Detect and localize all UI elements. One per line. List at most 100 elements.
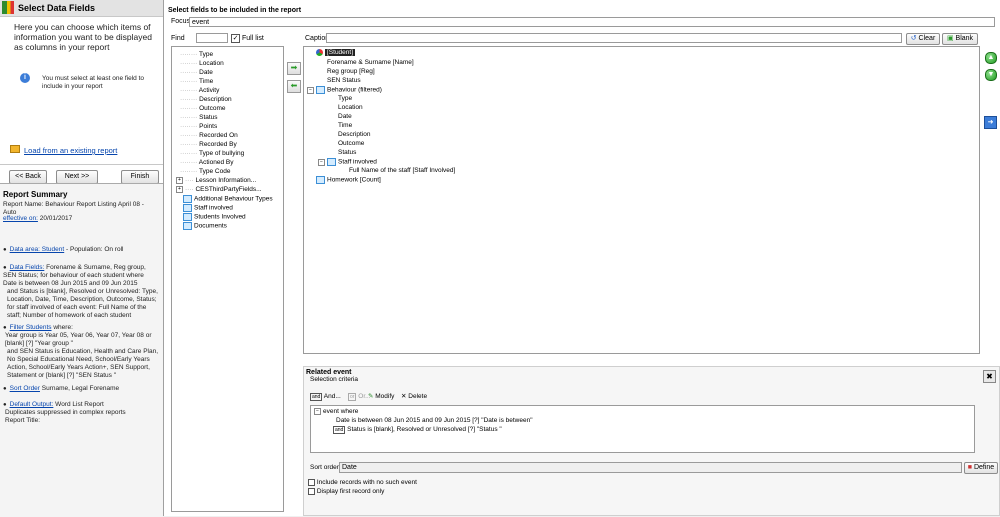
tree-connector: ···· — [185, 177, 196, 185]
collapse-icon[interactable]: − — [318, 158, 325, 166]
field-list-item[interactable]: Staff involved — [183, 204, 233, 212]
criteria-item[interactable]: Date is between 08 Jun 2015 and 09 Jun 2… — [336, 417, 533, 424]
blank-label: Blank — [955, 35, 974, 42]
tree-connector: ········ — [180, 60, 200, 67]
field-list-item[interactable]: + ···· Lesson Information... — [176, 177, 256, 184]
field-list-item[interactable]: Additional Behaviour Types — [183, 195, 273, 203]
tree-connector: ········ — [180, 132, 200, 139]
blank-button[interactable]: ▣ Blank — [942, 33, 978, 45]
include-option[interactable]: Include records with no such event — [308, 479, 417, 486]
sort-order-link[interactable]: Sort Order — [10, 385, 40, 392]
criteria-tree[interactable]: − event where Date is between 08 Jun 2015… — [310, 405, 975, 453]
collapse-icon[interactable]: − — [307, 86, 314, 94]
behaviour-label: Behaviour (filtered) — [327, 86, 382, 94]
field-list-item[interactable]: Students Involved — [183, 213, 246, 221]
field-list-item[interactable]: ········ Actioned By — [180, 159, 233, 166]
blank-icon: ▣ — [946, 35, 954, 42]
first-record-checkbox[interactable] — [308, 488, 315, 495]
student-icon — [316, 49, 323, 56]
tree-connector: ···· — [185, 186, 196, 194]
load-existing-report-link[interactable]: Load from an existing report — [24, 146, 117, 155]
collapse-icon[interactable]: − — [314, 408, 321, 415]
focus-field[interactable]: event — [189, 17, 995, 27]
field-list-item[interactable]: Documents — [183, 222, 227, 230]
delete-button[interactable]: ✕ Delete — [401, 392, 427, 400]
field-list-item[interactable]: ········ Description — [180, 96, 232, 103]
tree-staff-node[interactable]: − Staff involved — [318, 158, 377, 166]
left-panel: Select Data Fields Here you can choose w… — [0, 0, 164, 517]
sort-order-field[interactable]: Date — [339, 462, 962, 473]
field-list-item[interactable]: ········ Activity — [180, 87, 219, 94]
finish-button[interactable]: Finish — [121, 170, 159, 184]
expand-icon[interactable]: + — [176, 186, 183, 193]
field-list-item[interactable]: ········ Type of bullying — [180, 150, 244, 157]
field-list-item[interactable]: ········ Status — [180, 114, 218, 121]
data-fields-link[interactable]: Data Fields: — [10, 264, 45, 271]
criteria-item-2[interactable]: and Status is [blank], Resolved or Unres… — [333, 426, 502, 434]
modify-button[interactable]: ✎ Modify — [368, 392, 394, 400]
criteria-root[interactable]: − event where — [314, 408, 358, 415]
effective-on-link[interactable]: effective on: — [3, 215, 38, 222]
field-list-label: Description — [199, 96, 232, 103]
tree-connector: ········ — [180, 105, 200, 112]
criteria-item-label: Status is [blank], Resolved or Unresolve… — [347, 426, 502, 433]
move-up-icon[interactable]: ▲ — [985, 52, 997, 64]
field-list-item[interactable]: ········ Outcome — [180, 105, 226, 112]
find-input[interactable] — [196, 33, 228, 43]
related-event-panel: Related event Selection criteria ✖ and A… — [303, 366, 1000, 516]
and-button[interactable]: and And... — [310, 393, 341, 401]
effective-date: 20/01/2017 — [39, 215, 73, 222]
field-list-item[interactable]: ········ Recorded On — [180, 132, 238, 139]
first-record-option[interactable]: Display first record only — [308, 488, 384, 495]
tree-item[interactable]: Forename & Surname [Name] — [327, 59, 414, 66]
tree-item[interactable]: SEN Status — [327, 77, 361, 84]
folder-icon — [327, 158, 336, 166]
define-button[interactable]: ■ Define — [964, 462, 998, 474]
full-list-checkbox[interactable]: ✓ — [231, 34, 240, 43]
properties-icon[interactable]: ➜ — [984, 116, 997, 129]
field-list-item[interactable]: + ···· CESThirdPartyFields... — [176, 186, 262, 193]
expand-icon[interactable]: + — [176, 177, 183, 184]
tree-item[interactable]: Description — [338, 131, 371, 138]
field-list-label: Type Code — [199, 168, 231, 175]
next-button[interactable]: Next >> — [56, 170, 98, 184]
tree-behaviour-node[interactable]: − Behaviour (filtered) — [307, 86, 382, 94]
folder-icon — [10, 145, 20, 153]
tree-item[interactable]: Full Name of the staff [Staff Involved] — [349, 167, 455, 174]
field-list-item[interactable]: ········ Type Code — [180, 168, 230, 175]
move-down-icon[interactable]: ▼ — [985, 69, 997, 81]
include-checkbox[interactable] — [308, 479, 315, 486]
field-list-item[interactable]: ········ Location — [180, 60, 224, 67]
tools-icon[interactable]: ✖ — [983, 370, 996, 383]
tree-item[interactable]: Time — [338, 122, 352, 129]
left-panel-title: Select Data Fields — [18, 3, 96, 13]
remove-field-arrow-icon[interactable]: ⬅ — [287, 80, 301, 93]
caption-input[interactable] — [326, 33, 902, 43]
report-summary-heading: Report Summary — [3, 190, 68, 199]
folder-icon — [316, 176, 325, 184]
back-button[interactable]: << Back — [9, 170, 47, 184]
tree-item[interactable]: Date — [338, 113, 352, 120]
tree-item[interactable]: Reg group [Reg] — [327, 68, 375, 75]
selected-fields-tree[interactable]: [Student] Forename & Surname [Name] Reg … — [303, 46, 980, 354]
data-area-link[interactable]: Data area: Student — [10, 246, 65, 253]
field-list-tree[interactable]: ········ Type ········ Location ········ D… — [171, 46, 284, 512]
tree-connector: ········ — [180, 168, 200, 175]
field-list-item[interactable]: ········ Recorded By — [180, 141, 237, 148]
tree-item[interactable]: Type — [338, 95, 352, 102]
tree-item[interactable]: Location — [338, 104, 363, 111]
field-list-label: Additional Behaviour Types — [194, 195, 273, 203]
default-output-link[interactable]: Default Output: — [10, 401, 54, 408]
field-list-item[interactable]: ········ Type — [180, 51, 213, 58]
filter-students-link[interactable]: Filter Students — [10, 324, 52, 331]
tree-item[interactable]: Outcome — [338, 140, 364, 147]
folder-icon — [183, 213, 192, 221]
field-list-item[interactable]: ········ Points — [180, 123, 217, 130]
field-list-item[interactable]: ········ Date — [180, 69, 213, 76]
tree-root-student[interactable]: [Student] — [316, 49, 356, 57]
tree-item[interactable]: Status — [338, 149, 356, 156]
tree-homework-node[interactable]: Homework [Count] — [316, 176, 381, 184]
clear-button[interactable]: ↺ Clear — [906, 33, 940, 45]
add-field-arrow-icon[interactable]: ➡ — [287, 62, 301, 75]
field-list-item[interactable]: ········ Time — [180, 78, 213, 85]
